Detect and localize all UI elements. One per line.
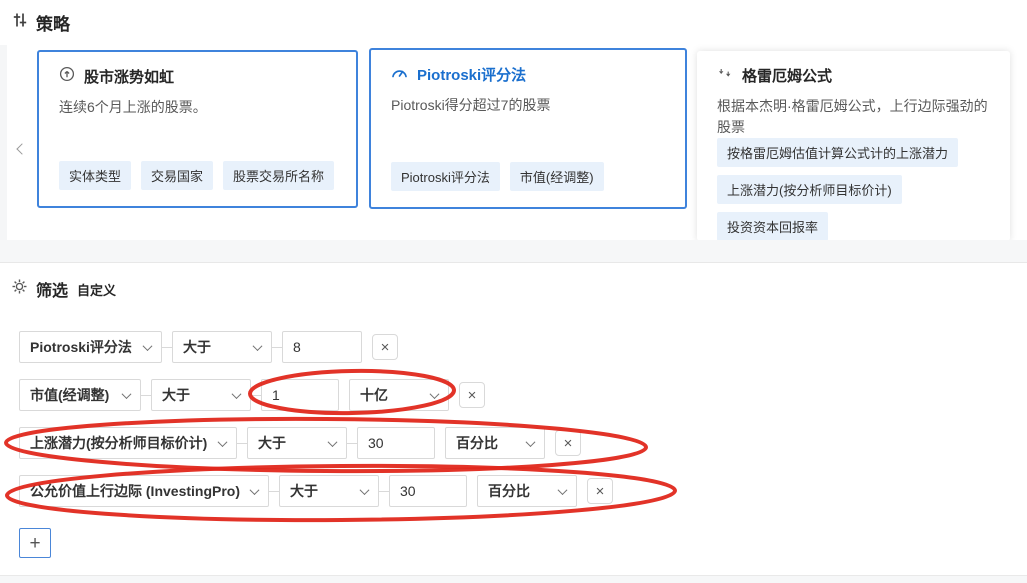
- card-head: 格雷厄姆公式: [717, 65, 990, 86]
- filter-operator-value: 大于: [258, 433, 286, 453]
- chevron-down-icon: [253, 341, 263, 351]
- strategy-tag: 市值(经调整): [510, 162, 604, 191]
- strategy-tag: 股票交易所名称: [223, 161, 334, 190]
- filter-row: 市值(经调整) 大于 十亿 ×: [19, 379, 485, 411]
- chevron-down-icon: [526, 437, 536, 447]
- filter-row: 上涨潜力(按分析师目标价计) 大于 百分比 ×: [19, 427, 581, 459]
- strategy-card-piotroski[interactable]: Piotroski评分法 Piotroski得分超过7的股票 Piotroski…: [369, 48, 687, 209]
- strategy-card-description: 根据本杰明·格雷厄姆公式，上行边际强劲的股票: [717, 96, 990, 138]
- remove-filter-button[interactable]: ×: [372, 334, 398, 360]
- strategy-tags: 按格雷厄姆估值计算公式计的上涨潜力 上涨潜力(按分析师目标价计) 投资资本回报率: [717, 138, 990, 241]
- strategy-card-rainbow-rally[interactable]: 股市涨势如虹 连续6个月上涨的股票。 实体类型 交易国家 股票交易所名称: [37, 50, 358, 208]
- strategy-card-description: Piotroski得分超过7的股票: [391, 95, 665, 116]
- filter-row: Piotroski评分法 大于 ×: [19, 331, 398, 363]
- filters-section-subtitle: 自定义: [77, 280, 116, 299]
- chevron-down-icon: [328, 437, 338, 447]
- chevron-down-icon: [122, 389, 132, 399]
- gear-icon: [12, 279, 27, 299]
- filter-unit-select[interactable]: 百分比: [477, 475, 577, 507]
- connector-line: [237, 443, 247, 444]
- filter-unit-select[interactable]: 百分比: [445, 427, 545, 459]
- strategy-tags: Piotroski评分法 市值(经调整): [391, 162, 665, 191]
- filters-section-title: 筛选: [36, 277, 68, 301]
- strategy-tag: 交易国家: [141, 161, 213, 190]
- strategy-card-graham[interactable]: 格雷厄姆公式 根据本杰明·格雷厄姆公式，上行边际强劲的股票 按格雷厄姆估值计算公…: [697, 51, 1010, 241]
- connector-line: [251, 395, 261, 396]
- filter-unit-value: 十亿: [360, 385, 388, 405]
- chevron-left-icon: [16, 143, 27, 154]
- connector-line: [272, 347, 282, 348]
- filter-unit-value: 百分比: [488, 481, 530, 501]
- strategy-tag: Piotroski评分法: [391, 162, 500, 191]
- chevron-down-icon: [558, 485, 568, 495]
- page-title: 策略: [36, 10, 70, 35]
- filter-operator-select[interactable]: 大于: [151, 379, 251, 411]
- footer-strip: [0, 575, 1027, 583]
- filter-operator-value: 大于: [290, 481, 318, 501]
- connector-line: [162, 347, 172, 348]
- filter-row: 公允价值上行边际 (InvestingPro) 大于 百分比 ×: [19, 475, 613, 507]
- filter-operator-value: 大于: [162, 385, 190, 405]
- arrow-up-circle-icon: [59, 66, 75, 87]
- filter-field-value: Piotroski评分法: [30, 337, 132, 357]
- strategy-tag: 上涨潜力(按分析师目标价计): [717, 175, 902, 204]
- filters-header: 筛选 自定义: [12, 277, 116, 301]
- filter-field-select[interactable]: 上涨潜力(按分析师目标价计): [19, 427, 237, 459]
- filter-value-input[interactable]: [389, 475, 467, 507]
- close-icon: ×: [596, 484, 605, 499]
- chevron-down-icon: [360, 485, 370, 495]
- filter-value-input[interactable]: [261, 379, 339, 411]
- close-icon: ×: [564, 436, 573, 451]
- filter-operator-select[interactable]: 大于: [279, 475, 379, 507]
- remove-filter-button[interactable]: ×: [459, 382, 485, 408]
- close-icon: ×: [468, 388, 477, 403]
- filter-field-value: 市值(经调整): [30, 385, 109, 405]
- connector-line: [269, 491, 279, 492]
- filter-field-select[interactable]: 市值(经调整): [19, 379, 141, 411]
- filter-field-select[interactable]: Piotroski评分法: [19, 331, 162, 363]
- carousel-left-edge: [0, 45, 7, 240]
- carousel-prev-button[interactable]: [13, 140, 31, 158]
- card-head: 股市涨势如虹: [59, 66, 336, 87]
- filter-field-select[interactable]: 公允价值上行边际 (InvestingPro): [19, 475, 269, 507]
- strategy-tags: 实体类型 交易国家 股票交易所名称: [59, 161, 336, 190]
- connector-line: [379, 491, 389, 492]
- strategy-tag: 投资资本回报率: [717, 212, 828, 241]
- close-icon: ×: [381, 340, 390, 355]
- filter-unit-value: 百分比: [456, 433, 498, 453]
- section-divider: [0, 240, 1027, 263]
- strategy-card-title: Piotroski评分法: [417, 64, 526, 85]
- strategy-card-title: 股市涨势如虹: [84, 66, 174, 87]
- remove-filter-button[interactable]: ×: [555, 430, 581, 456]
- strategy-card-description: 连续6个月上涨的股票。: [59, 97, 336, 118]
- gauge-icon: [391, 65, 408, 84]
- filter-value-input[interactable]: [282, 331, 362, 363]
- chevron-down-icon: [218, 437, 228, 447]
- filter-value-input[interactable]: [357, 427, 435, 459]
- filter-operator-select[interactable]: 大于: [247, 427, 347, 459]
- formula-icon: [717, 67, 733, 85]
- plus-icon: +: [29, 534, 40, 553]
- strategy-tag: 实体类型: [59, 161, 131, 190]
- chevron-down-icon: [250, 485, 260, 495]
- add-filter-button[interactable]: +: [19, 528, 51, 558]
- filter-operator-select[interactable]: 大于: [172, 331, 272, 363]
- strategies-header: 策略: [12, 10, 70, 35]
- chevron-down-icon: [430, 389, 440, 399]
- stock-screener-page: 策略 股市涨势如虹 连续6个月上涨的股票。 实体类型 交易国家 股票交易所名称 …: [0, 0, 1027, 583]
- chevron-down-icon: [232, 389, 242, 399]
- filter-field-value: 公允价值上行边际 (InvestingPro): [30, 481, 240, 501]
- filter-operator-value: 大于: [183, 337, 211, 357]
- chevron-down-icon: [143, 341, 153, 351]
- strategy-card-title: 格雷厄姆公式: [742, 65, 832, 86]
- card-head: Piotroski评分法: [391, 64, 665, 85]
- filter-unit-select[interactable]: 十亿: [349, 379, 449, 411]
- strategy-tag: 按格雷厄姆估值计算公式计的上涨潜力: [717, 138, 958, 167]
- filter-field-value: 上涨潜力(按分析师目标价计): [30, 433, 207, 453]
- remove-filter-button[interactable]: ×: [587, 478, 613, 504]
- sliders-icon: [12, 12, 28, 33]
- connector-line: [141, 395, 151, 396]
- connector-line: [347, 443, 357, 444]
